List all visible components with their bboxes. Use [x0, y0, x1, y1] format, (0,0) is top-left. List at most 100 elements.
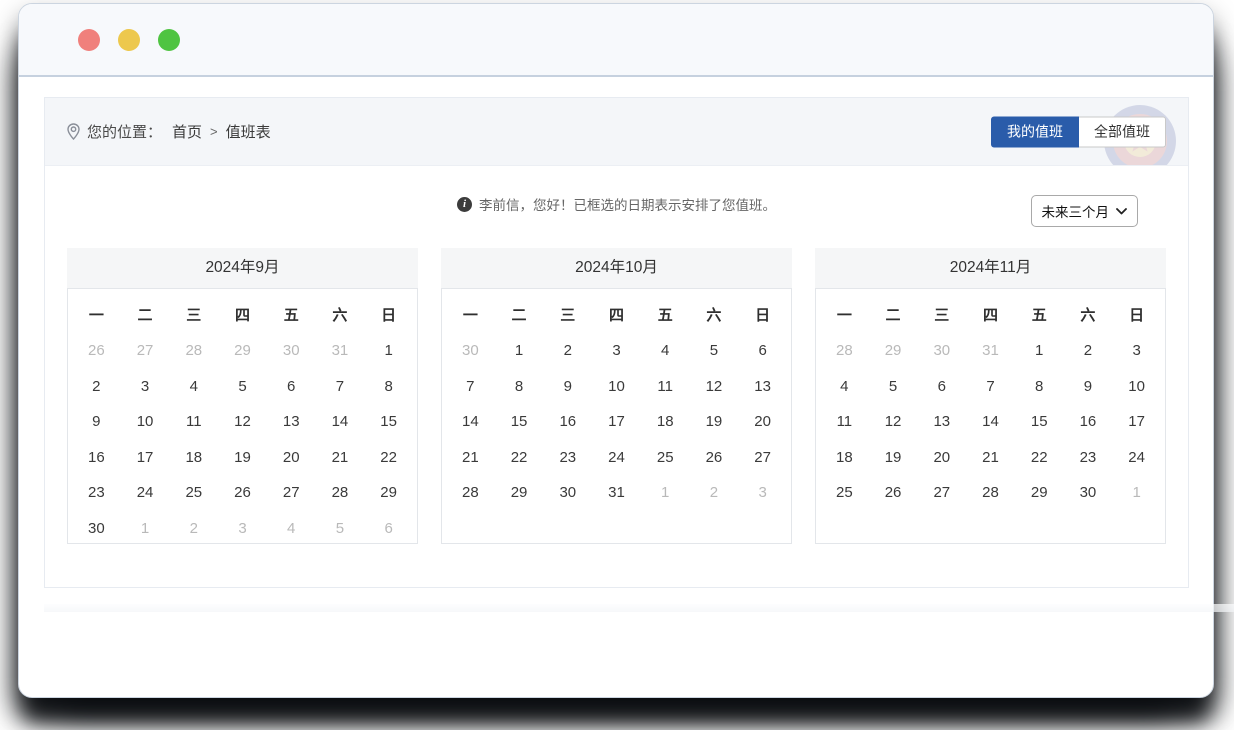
date-cell: 19 — [869, 449, 918, 466]
calendar-body: 一二三四五六日282930311234567891011121314151617… — [815, 288, 1166, 544]
calendar-title: 2024年10月 — [441, 248, 792, 288]
date-cell: 19 — [218, 449, 267, 466]
weekday-label: 六 — [316, 304, 365, 325]
date-cell: 14 — [966, 413, 1015, 430]
date-cell: 3 — [592, 342, 641, 359]
date-cell: 16 — [543, 413, 592, 430]
date-cell: 27 — [121, 342, 170, 359]
weekday-label: 三 — [543, 304, 592, 325]
date-cell: 30 — [1064, 484, 1113, 501]
date-cell: 13 — [267, 413, 316, 430]
date-cell: 28 — [820, 342, 869, 359]
date-cell: 18 — [820, 449, 869, 466]
date-cell: 15 — [495, 413, 544, 430]
date-cell: 11 — [641, 378, 690, 395]
weekday-header-row: 一二三四五六日 — [446, 295, 787, 333]
minimize-window-button[interactable] — [118, 29, 140, 51]
weekday-label: 五 — [267, 304, 316, 325]
date-cell: 29 — [218, 342, 267, 359]
date-cell: 4 — [641, 342, 690, 359]
weekday-header-row: 一二三四五六日 — [72, 295, 413, 333]
weekday-label: 五 — [641, 304, 690, 325]
date-cell: 22 — [1015, 449, 1064, 466]
date-cell: 28 — [316, 484, 365, 501]
date-range-select[interactable]: 未来三个月 — [1031, 195, 1139, 227]
date-cell: 13 — [917, 413, 966, 430]
browser-window: 您的位置： 首页 > 值班表 我的值班 全部值班 i 李前信，您好！已框选的日期… — [18, 3, 1214, 698]
zoom-window-button[interactable] — [158, 29, 180, 51]
page-content: 您的位置： 首页 > 值班表 我的值班 全部值班 i 李前信，您好！已框选的日期… — [19, 77, 1213, 612]
date-cell: 7 — [446, 378, 495, 395]
date-cell: 30 — [72, 520, 121, 537]
date-cell: 25 — [641, 449, 690, 466]
weekday-label: 三 — [169, 304, 218, 325]
breadcrumb-home-link[interactable]: 首页 — [172, 121, 202, 142]
date-cell: 2 — [690, 484, 739, 501]
window-titlebar — [19, 4, 1213, 77]
weekday-label: 日 — [1112, 304, 1161, 325]
duty-panel: 您的位置： 首页 > 值班表 我的值班 全部值班 i 李前信，您好！已框选的日期… — [44, 97, 1189, 588]
date-cell: 6 — [267, 378, 316, 395]
date-cell: 15 — [1015, 413, 1064, 430]
date-cell: 10 — [1112, 378, 1161, 395]
weekday-label: 日 — [364, 304, 413, 325]
date-cell: 27 — [738, 449, 787, 466]
date-cell: 4 — [169, 378, 218, 395]
date-cell: 14 — [446, 413, 495, 430]
weekday-label: 四 — [966, 304, 1015, 325]
date-cell: 12 — [218, 413, 267, 430]
calendar: 2024年10月一二三四五六日3012345678910111213141516… — [441, 248, 792, 544]
date-cell: 19 — [690, 413, 739, 430]
date-cell: 6 — [364, 520, 413, 537]
date-cell: 16 — [72, 449, 121, 466]
date-cell: 7 — [966, 378, 1015, 395]
date-cell: 29 — [495, 484, 544, 501]
date-cell: 30 — [446, 342, 495, 359]
date-cell: 5 — [218, 378, 267, 395]
date-cell: 9 — [72, 413, 121, 430]
date-grid: 3012345678910111213141516171819202122232… — [446, 333, 787, 511]
date-cell: 2 — [72, 378, 121, 395]
all-duty-button[interactable]: 全部值班 — [1079, 116, 1166, 147]
date-cell: 12 — [869, 413, 918, 430]
date-cell: 26 — [72, 342, 121, 359]
date-cell: 25 — [169, 484, 218, 501]
calendar: 2024年11月一二三四五六日2829303112345678910111213… — [815, 248, 1166, 544]
date-cell: 16 — [1064, 413, 1113, 430]
date-cell: 1 — [1112, 484, 1161, 501]
breadcrumb-location-label: 您的位置： — [87, 121, 162, 142]
breadcrumb-separator: > — [210, 124, 218, 139]
date-range-selected-value: 未来三个月 — [1042, 201, 1110, 221]
date-cell: 23 — [72, 484, 121, 501]
date-cell: 29 — [869, 342, 918, 359]
duty-view-toggle: 我的值班 全部值班 — [991, 116, 1166, 147]
date-cell: 21 — [446, 449, 495, 466]
notice-row: i 李前信，您好！已框选的日期表示安排了您值班。 — [67, 194, 1166, 214]
date-cell: 24 — [121, 484, 170, 501]
date-cell: 23 — [1064, 449, 1113, 466]
weekday-label: 四 — [218, 304, 267, 325]
date-cell: 2 — [543, 342, 592, 359]
weekday-label: 一 — [446, 304, 495, 325]
weekday-label: 一 — [72, 304, 121, 325]
date-cell: 8 — [1015, 378, 1064, 395]
date-cell: 20 — [267, 449, 316, 466]
my-duty-button[interactable]: 我的值班 — [991, 116, 1079, 147]
date-cell: 22 — [364, 449, 413, 466]
date-cell: 30 — [267, 342, 316, 359]
date-cell: 4 — [267, 520, 316, 537]
date-cell: 28 — [169, 342, 218, 359]
date-cell: 1 — [495, 342, 544, 359]
notice-text: 李前信，您好！已框选的日期表示安排了您值班。 — [479, 194, 776, 214]
calendars-row: 2024年9月一二三四五六日26272829303112345678910111… — [67, 248, 1166, 544]
date-cell: 5 — [869, 378, 918, 395]
date-cell: 13 — [738, 378, 787, 395]
date-cell: 24 — [1112, 449, 1161, 466]
close-window-button[interactable] — [78, 29, 100, 51]
date-cell: 27 — [267, 484, 316, 501]
date-cell: 22 — [495, 449, 544, 466]
horizontal-scroll-hint — [44, 604, 1234, 612]
date-cell: 12 — [690, 378, 739, 395]
weekday-label: 一 — [820, 304, 869, 325]
date-grid: 2627282930311234567891011121314151617181… — [72, 333, 413, 546]
